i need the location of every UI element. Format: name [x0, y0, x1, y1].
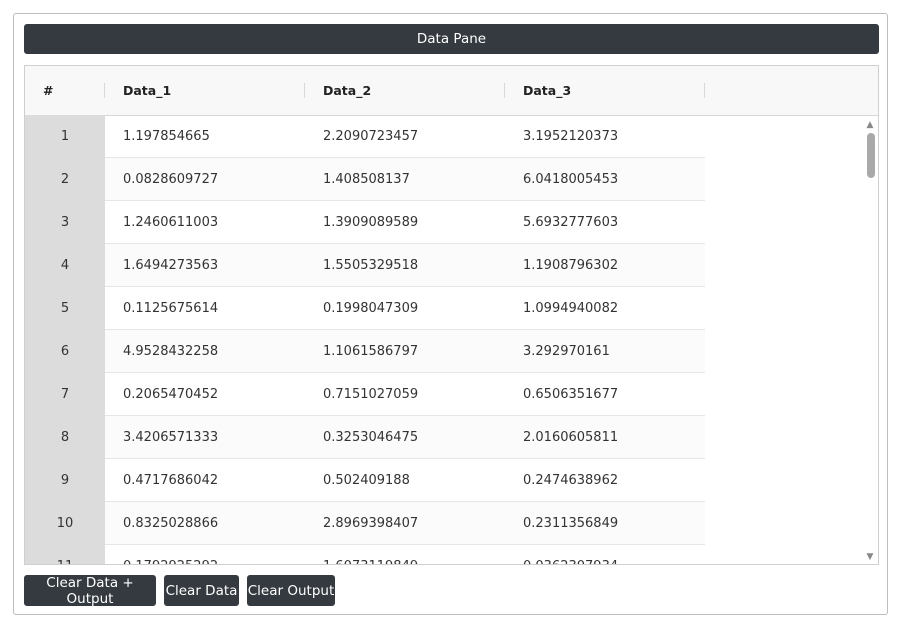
cell-data-1[interactable]: 0.1792925292: [123, 545, 218, 565]
column-header-data-3[interactable]: Data_3: [523, 66, 571, 115]
row-index: 6: [25, 330, 105, 373]
grid-header: # Data_1 Data_2 Data_3: [25, 66, 878, 116]
row-index: 11: [25, 545, 105, 564]
cell-data-1[interactable]: 0.8325028866: [123, 502, 218, 544]
row-cells: 1.197854665 2.2090723457 3.1952120373: [105, 115, 705, 158]
cell-data-1[interactable]: 0.4717686042: [123, 459, 218, 501]
table-row[interactable]: 3 1.2460611003 1.3909089589 5.6932777603: [25, 201, 705, 244]
row-cells: 0.8325028866 2.8969398407 0.2311356849: [105, 502, 705, 545]
row-cells: 0.1792925292 1.6073119849 0.0362307934: [105, 545, 705, 565]
cell-data-2[interactable]: 1.1061586797: [323, 330, 418, 372]
cell-data-2[interactable]: 0.1998047309: [323, 287, 418, 329]
table-row[interactable]: 4 1.6494273563 1.5505329518 1.1908796302: [25, 244, 705, 287]
cell-data-3[interactable]: 2.0160605811: [523, 416, 618, 458]
table-row[interactable]: 2 0.0828609727 1.408508137 6.0418005453: [25, 158, 705, 201]
table-row[interactable]: 8 3.4206571333 0.3253046475 2.0160605811: [25, 416, 705, 459]
cell-data-2[interactable]: 1.3909089589: [323, 201, 418, 243]
cell-data-3[interactable]: 3.292970161: [523, 330, 610, 372]
cell-data-2[interactable]: 0.502409188: [323, 459, 410, 501]
cell-data-1[interactable]: 0.0828609727: [123, 158, 218, 200]
row-cells: 0.1125675614 0.1998047309 1.0994940082: [105, 287, 705, 330]
row-cells: 4.9528432258 1.1061586797 3.292970161: [105, 330, 705, 373]
table-row[interactable]: 10 0.8325028866 2.8969398407 0.2311356849: [25, 502, 705, 545]
cell-data-2[interactable]: 2.8969398407: [323, 502, 418, 544]
cell-data-1[interactable]: 3.4206571333: [123, 416, 218, 458]
row-index: 9: [25, 459, 105, 502]
table-row[interactable]: 6 4.9528432258 1.1061586797 3.292970161: [25, 330, 705, 373]
scroll-down-icon[interactable]: ▼: [864, 552, 876, 562]
cell-data-1[interactable]: 0.1125675614: [123, 287, 218, 329]
row-cells: 0.0828609727 1.408508137 6.0418005453: [105, 158, 705, 201]
row-index: 10: [25, 502, 105, 545]
cell-data-3[interactable]: 5.6932777603: [523, 201, 618, 243]
table-row[interactable]: 5 0.1125675614 0.1998047309 1.0994940082: [25, 287, 705, 330]
clear-data-button[interactable]: Clear Data: [164, 575, 239, 606]
table-row[interactable]: 11 0.1792925292 1.6073119849 0.0362307934: [25, 545, 705, 564]
cell-data-3[interactable]: 3.1952120373: [523, 115, 618, 157]
table-row[interactable]: 9 0.4717686042 0.502409188 0.2474638962: [25, 459, 705, 502]
cell-data-2[interactable]: 1.6073119849: [323, 545, 418, 565]
column-header-data-2[interactable]: Data_2: [323, 66, 371, 115]
scroll-up-icon[interactable]: ▲: [864, 120, 876, 130]
grid-body[interactable]: 1 1.197854665 2.2090723457 3.1952120373 2 0.0…: [25, 115, 878, 564]
row-cells: 1.2460611003 1.3909089589 5.6932777603: [105, 201, 705, 244]
table-row[interactable]: 1 1.197854665 2.2090723457 3.1952120373: [25, 115, 705, 158]
column-separator[interactable]: [704, 83, 705, 98]
cell-data-2[interactable]: 0.7151027059: [323, 373, 418, 415]
cell-data-3[interactable]: 0.6506351677: [523, 373, 618, 415]
cell-data-1[interactable]: 1.2460611003: [123, 201, 218, 243]
cell-data-3[interactable]: 0.0362307934: [523, 545, 618, 565]
cell-data-3[interactable]: 0.2474638962: [523, 459, 618, 501]
cell-data-3[interactable]: 1.0994940082: [523, 287, 618, 329]
row-index: 5: [25, 287, 105, 330]
column-header-index[interactable]: #: [43, 66, 53, 115]
cell-data-3[interactable]: 6.0418005453: [523, 158, 618, 200]
row-index: 7: [25, 373, 105, 416]
column-separator[interactable]: [304, 83, 305, 98]
row-index: 3: [25, 201, 105, 244]
cell-data-3[interactable]: 0.2311356849: [523, 502, 618, 544]
cell-data-2[interactable]: 1.408508137: [323, 158, 410, 200]
column-header-data-1[interactable]: Data_1: [123, 66, 171, 115]
cell-data-2[interactable]: 1.5505329518: [323, 244, 418, 286]
column-separator[interactable]: [104, 83, 105, 98]
cell-data-1[interactable]: 1.197854665: [123, 115, 210, 157]
table-row[interactable]: 7 0.2065470452 0.7151027059 0.6506351677: [25, 373, 705, 416]
cell-data-2[interactable]: 2.2090723457: [323, 115, 418, 157]
row-cells: 0.2065470452 0.7151027059 0.6506351677: [105, 373, 705, 416]
cell-data-1[interactable]: 0.2065470452: [123, 373, 218, 415]
cell-data-3[interactable]: 1.1908796302: [523, 244, 618, 286]
row-cells: 3.4206571333 0.3253046475 2.0160605811: [105, 416, 705, 459]
cell-data-1[interactable]: 4.9528432258: [123, 330, 218, 372]
clear-output-button[interactable]: Clear Output: [247, 575, 335, 606]
column-separator[interactable]: [504, 83, 505, 98]
row-index: 2: [25, 158, 105, 201]
data-pane-header: Data Pane: [24, 24, 879, 54]
row-index: 4: [25, 244, 105, 287]
row-index: 1: [25, 115, 105, 158]
row-cells: 1.6494273563 1.5505329518 1.1908796302: [105, 244, 705, 287]
cell-data-2[interactable]: 0.3253046475: [323, 416, 418, 458]
row-cells: 0.4717686042 0.502409188 0.2474638962: [105, 459, 705, 502]
data-grid[interactable]: # Data_1 Data_2 Data_3 1 1.197854665 2.209…: [24, 65, 879, 565]
cell-data-1[interactable]: 1.6494273563: [123, 244, 218, 286]
data-pane-title: Data Pane: [416, 31, 487, 47]
clear-data-output-button[interactable]: Clear Data + Output: [24, 575, 156, 607]
scrollbar-thumb[interactable]: [867, 133, 875, 178]
row-index: 8: [25, 416, 105, 459]
